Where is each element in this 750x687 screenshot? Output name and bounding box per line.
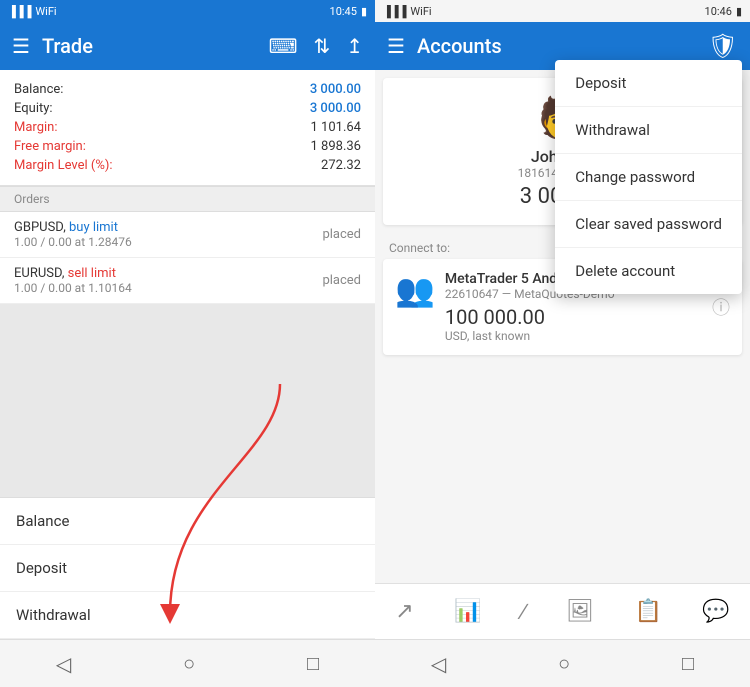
right-status-left: ▐▐▐ WiFi bbox=[383, 5, 432, 18]
balance-value: 3 000.00 bbox=[310, 82, 361, 97]
right-title: Accounts bbox=[417, 34, 696, 58]
dropdown-clear-password[interactable]: Clear saved password bbox=[555, 201, 742, 248]
dropdown-change-password[interactable]: Change password bbox=[555, 154, 742, 201]
right-nav-home[interactable]: ○ bbox=[558, 651, 570, 676]
left-menu-icon[interactable]: ☰ bbox=[12, 34, 30, 58]
order-eurusd-status: placed bbox=[322, 273, 361, 288]
order-gbpusd-desc: GBPUSD, buy limit 1.00 / 0.00 at 1.28476 bbox=[14, 220, 132, 249]
tab-chart-icon[interactable]: ↗ bbox=[395, 599, 413, 624]
order-item-gbpusd[interactable]: GBPUSD, buy limit 1.00 / 0.00 at 1.28476… bbox=[0, 212, 375, 258]
tab-candle-icon[interactable]: 📊 bbox=[454, 599, 481, 624]
right-nav-back[interactable]: ◁ bbox=[431, 652, 446, 676]
right-signal-icon: ▐▐▐ bbox=[383, 5, 406, 18]
bottom-menu-deposit[interactable]: Deposit bbox=[0, 545, 375, 592]
margin-level-label: Margin Level (%): bbox=[14, 158, 113, 173]
order-gbpusd-type: buy limit bbox=[69, 220, 118, 235]
orders-header-label: Orders bbox=[14, 192, 50, 206]
left-status-bar: ▐▐▐ WiFi 10:45 ▮ bbox=[0, 0, 375, 22]
right-battery-icon: ▮ bbox=[736, 5, 742, 18]
equity-value: 3 000.00 bbox=[310, 101, 361, 116]
tab-chat-icon[interactable]: 💬 bbox=[702, 599, 729, 624]
right-status-right: 10:46 ▮ bbox=[705, 5, 742, 18]
left-nav-bar: ◁ ○ □ bbox=[0, 639, 375, 687]
left-nav-back[interactable]: ◁ bbox=[56, 652, 71, 676]
demo-avatar: 👥 bbox=[395, 271, 435, 309]
equity-row: Equity: 3 000.00 bbox=[14, 99, 361, 118]
order-eurusd-type: sell limit bbox=[68, 266, 116, 281]
order-item-eurusd[interactable]: EURUSD, sell limit 1.00 / 0.00 at 1.1016… bbox=[0, 258, 375, 304]
right-tab-bar: ↗ 📊 ∕ 🖼 📋 💬 bbox=[375, 583, 750, 639]
right-time: 10:46 bbox=[705, 5, 732, 18]
margin-label: Margin: bbox=[14, 120, 58, 135]
tab-inbox-icon[interactable]: 🖼 bbox=[566, 599, 594, 624]
right-menu-icon[interactable]: ☰ bbox=[387, 34, 405, 58]
info-icon[interactable]: ⓘ bbox=[712, 294, 730, 320]
right-nav-recent[interactable]: □ bbox=[682, 651, 694, 676]
left-nav-recent[interactable]: □ bbox=[307, 651, 319, 676]
export-icon[interactable]: ↥ bbox=[346, 34, 363, 58]
free-margin-row: Free margin: 1 898.36 bbox=[14, 137, 361, 156]
battery-icon: ▮ bbox=[361, 5, 367, 18]
order-eurusd-desc: EURUSD, sell limit 1.00 / 0.00 at 1.1016… bbox=[14, 266, 132, 295]
dropdown-delete-account[interactable]: Delete account bbox=[555, 248, 742, 294]
equity-label: Equity: bbox=[14, 101, 53, 116]
left-title: Trade bbox=[42, 34, 257, 58]
left-panel: ▐▐▐ WiFi 10:45 ▮ ☰ Trade ⌨ ⇅ ↥ Balance: … bbox=[0, 0, 375, 687]
demo-currency: USD, last known bbox=[445, 329, 702, 343]
shield-icon[interactable]: 🛡 bbox=[708, 32, 738, 60]
free-margin-label: Free margin: bbox=[14, 139, 86, 154]
tab-list-icon[interactable]: 📋 bbox=[635, 599, 662, 624]
dropdown-menu: Deposit Withdrawal Change password Clear… bbox=[555, 60, 742, 294]
wifi-icon: WiFi bbox=[35, 5, 56, 18]
left-status-left: ▐▐▐ WiFi bbox=[8, 5, 57, 18]
right-wifi-icon: WiFi bbox=[410, 5, 431, 18]
signal-icon: ▐▐▐ bbox=[8, 5, 31, 18]
right-status-bar: ▐▐▐ WiFi 10:46 ▮ bbox=[375, 0, 750, 22]
left-time: 10:45 bbox=[330, 5, 357, 18]
margin-value: 1 101.64 bbox=[311, 120, 362, 135]
account-summary: Balance: 3 000.00 Equity: 3 000.00 Margi… bbox=[0, 70, 375, 186]
margin-level-row: Margin Level (%): 272.32 bbox=[14, 156, 361, 175]
left-top-bar: ☰ Trade ⌨ ⇅ ↥ bbox=[0, 22, 375, 70]
left-nav-home[interactable]: ○ bbox=[183, 651, 195, 676]
left-status-right: 10:45 ▮ bbox=[330, 5, 367, 18]
order-eurusd-name: EURUSD, sell limit bbox=[14, 266, 132, 281]
balance-label: Balance: bbox=[14, 82, 63, 97]
right-spacer bbox=[375, 363, 750, 583]
bottom-menu: Balance Deposit Withdrawal bbox=[0, 497, 375, 639]
balance-row: Balance: 3 000.00 bbox=[14, 80, 361, 99]
order-gbpusd-sub: 1.00 / 0.00 at 1.28476 bbox=[14, 235, 132, 249]
right-nav-bar: ◁ ○ □ bbox=[375, 639, 750, 687]
order-gbpusd-status: placed bbox=[322, 227, 361, 242]
free-margin-value: 1 898.36 bbox=[311, 139, 362, 154]
right-panel: ▐▐▐ WiFi 10:46 ▮ ☰ Accounts 🛡 🧑 John Sm … bbox=[375, 0, 750, 687]
bottom-menu-withdrawal[interactable]: Withdrawal bbox=[0, 592, 375, 639]
transfer-icon[interactable]: ⇅ bbox=[313, 34, 330, 58]
order-gbpusd-name: GBPUSD, buy limit bbox=[14, 220, 132, 235]
margin-level-value: 272.32 bbox=[321, 158, 361, 173]
left-header-icons: ⌨ ⇅ ↥ bbox=[269, 34, 363, 58]
arrow-area bbox=[0, 304, 375, 497]
keyboard-icon[interactable]: ⌨ bbox=[269, 34, 298, 58]
order-eurusd-sub: 1.00 / 0.00 at 1.10164 bbox=[14, 281, 132, 295]
orders-section-header: Orders bbox=[0, 186, 375, 212]
tab-line-icon[interactable]: ∕ bbox=[522, 599, 526, 625]
margin-row: Margin: 1 101.64 bbox=[14, 118, 361, 137]
dropdown-withdrawal[interactable]: Withdrawal bbox=[555, 107, 742, 154]
demo-balance: 100 000.00 bbox=[445, 305, 702, 329]
bottom-menu-balance[interactable]: Balance bbox=[0, 498, 375, 545]
dropdown-deposit[interactable]: Deposit bbox=[555, 60, 742, 107]
